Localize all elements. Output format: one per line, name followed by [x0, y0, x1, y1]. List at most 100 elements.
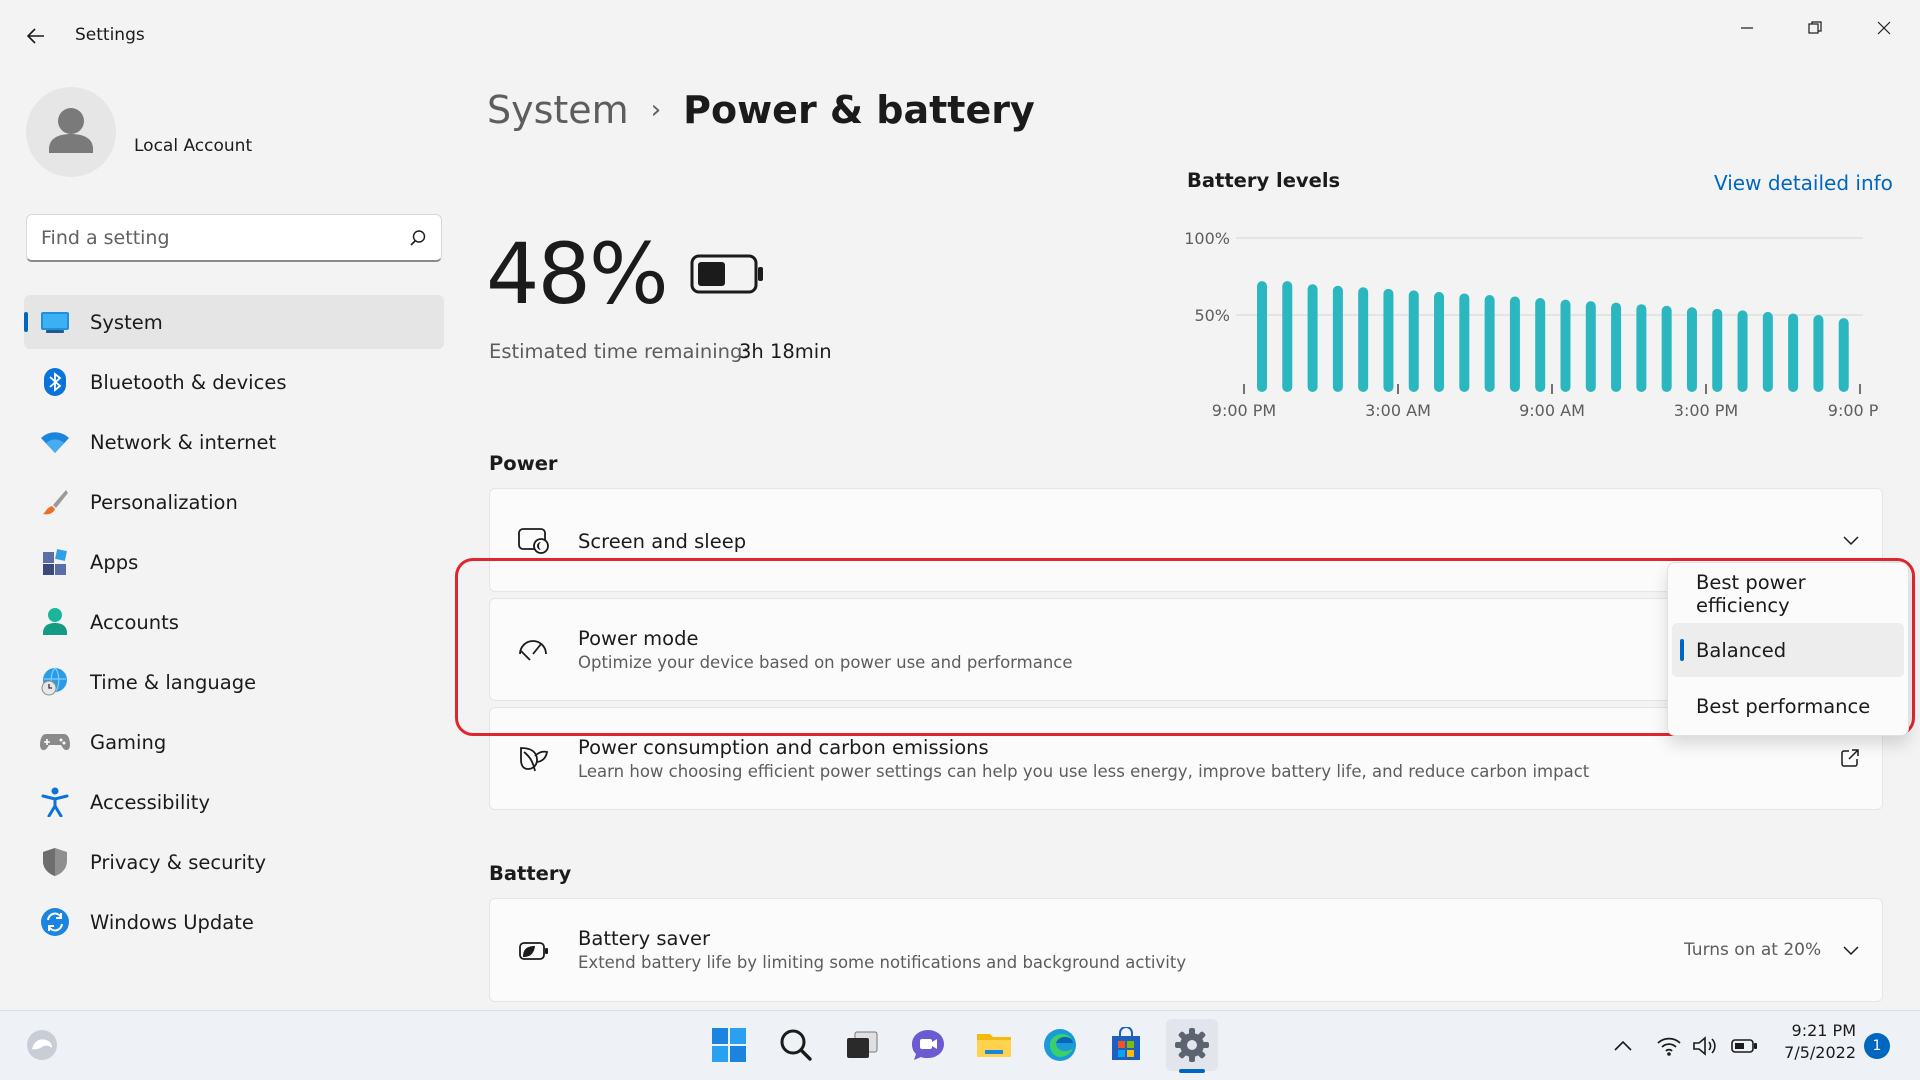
chart-y-tick-label: 100% [1184, 229, 1230, 248]
chart-bar [1611, 302, 1622, 392]
battery-section-title: Battery [489, 862, 572, 885]
chart-bar [1383, 288, 1394, 392]
edge-icon[interactable] [1034, 1019, 1086, 1071]
sidebar-item-label: System [90, 310, 163, 334]
sidebar-item-accounts[interactable]: Accounts [24, 595, 444, 649]
sidebar-item-label: Windows Update [90, 910, 254, 934]
power-mode-option-efficiency[interactable]: Best power efficiency [1672, 567, 1904, 621]
view-detailed-info-link[interactable]: View detailed info [1714, 171, 1893, 195]
sidebar-item-label: Personalization [90, 490, 238, 514]
notification-badge[interactable]: 1 [1864, 1033, 1890, 1059]
power-mode-option-performance[interactable]: Best performance [1672, 679, 1904, 733]
screen-sleep-icon [516, 523, 550, 557]
power-mode-dropdown: Best power efficiency Balanced Best perf… [1667, 562, 1909, 736]
title-bar [0, 0, 1920, 72]
store-icon[interactable] [1100, 1019, 1152, 1071]
maximize-button[interactable] [1785, 8, 1845, 48]
sidebar-item-apps[interactable]: Apps [24, 535, 444, 589]
chart-bar [1408, 290, 1419, 392]
sidebar-item-label: Network & internet [90, 430, 277, 454]
sidebar-item-system[interactable]: System [24, 295, 444, 349]
chart-bar [1332, 285, 1343, 392]
chart-bar [1484, 294, 1495, 392]
chart-bar [1585, 301, 1596, 392]
brush-icon [40, 487, 70, 517]
sidebar-item-gaming[interactable]: Gaming [24, 715, 444, 769]
search-icon[interactable] [770, 1019, 822, 1071]
bluetooth-icon [40, 367, 70, 397]
battery-levels-chart: 100% 50% 9:00 PM 3:00 AM 9:00 AM 3:00 PM 9:00 … [1184, 229, 1880, 420]
sidebar-item-privacy[interactable]: Privacy & security [24, 835, 444, 889]
show-hidden-icons[interactable] [1612, 1026, 1634, 1066]
sidebar-item-label: Gaming [90, 730, 167, 754]
sidebar-item-network[interactable]: Network & internet [24, 415, 444, 469]
carbon-description: Learn how choosing efficient power setti… [578, 762, 1590, 781]
sidebar-item-label: Accounts [90, 610, 179, 634]
chart-title: Battery levels [1187, 169, 1341, 192]
sidebar-item-label: Privacy & security [90, 850, 267, 874]
chart-x-tick-label: 9:00 PM [1212, 401, 1276, 420]
sidebar-item-label: Bluetooth & devices [90, 370, 287, 394]
sidebar-item-time-language[interactable]: Time & language [24, 655, 444, 709]
chart-bar [1762, 311, 1773, 392]
chart-bar [1282, 281, 1293, 392]
globe-clock-icon [40, 667, 70, 697]
battery-saver-card[interactable]: Battery saver Extend battery life by lim… [489, 898, 1883, 1002]
sidebar-item-bluetooth[interactable]: Bluetooth & devices [24, 355, 444, 409]
battery-saver-icon [516, 934, 550, 968]
breadcrumb-parent[interactable]: System [487, 88, 629, 132]
close-button[interactable] [1854, 8, 1914, 48]
wifi-tray-icon[interactable] [1656, 1026, 1682, 1066]
chart-bar [1257, 281, 1267, 392]
sidebar-item-label: Apps [90, 550, 139, 574]
battery-saver-text: Battery saver Extend battery life by lim… [578, 927, 1186, 972]
chat-icon[interactable] [902, 1019, 954, 1071]
sidebar-item-personalization[interactable]: Personalization [24, 475, 444, 529]
battery-icon [690, 253, 766, 299]
restore-icon [1808, 21, 1822, 34]
widgets-icon[interactable] [16, 1019, 68, 1071]
sidebar-item-label: Time & language [90, 670, 257, 694]
chart-bar [1434, 291, 1445, 392]
back-button[interactable] [18, 20, 54, 52]
taskbar-clock[interactable]: 9:21 PM 7/5/2022 [1760, 1020, 1856, 1064]
wifi-icon [40, 427, 70, 457]
task-view-icon[interactable] [836, 1019, 888, 1071]
search-input[interactable] [41, 226, 409, 249]
chart-bar [1712, 308, 1723, 392]
chart-x-tick-label: 9:00 AM [1519, 401, 1585, 420]
sidebar-item-windows-update[interactable]: Windows Update [24, 895, 444, 949]
chevron-down-icon[interactable] [1842, 941, 1860, 963]
chart-bar [1307, 284, 1318, 392]
settings-icon[interactable] [1166, 1019, 1218, 1071]
clock-time: 9:21 PM [1791, 1021, 1856, 1040]
chart-bar [1686, 307, 1697, 392]
start-icon[interactable] [703, 1019, 755, 1071]
chart-x-tick-label: 3:00 AM [1365, 401, 1431, 420]
app-title: Settings [75, 25, 145, 45]
chart-bar [1737, 310, 1748, 392]
external-link-icon[interactable] [1840, 748, 1860, 772]
search-icon[interactable] [409, 229, 427, 247]
battery-tray-icon[interactable] [1730, 1026, 1758, 1066]
file-explorer-icon[interactable] [968, 1019, 1020, 1071]
chart-bar [1661, 305, 1672, 392]
sidebar-nav: System Bluetooth & devices Network & int… [24, 295, 444, 955]
chart-x-tick-label: 3:00 PM [1674, 401, 1738, 420]
power-mode-option-balanced[interactable]: Balanced [1672, 623, 1904, 677]
chevron-down-icon[interactable] [1842, 531, 1860, 553]
chart-y-tick-label: 50% [1194, 306, 1230, 325]
person-icon [40, 607, 70, 637]
accessibility-icon [40, 787, 70, 817]
avatar[interactable] [26, 87, 116, 177]
carbon-title: Power consumption and carbon emissions [578, 736, 989, 759]
battery-saver-title: Battery saver [578, 927, 711, 950]
minimize-button[interactable] [1717, 8, 1777, 48]
search-box[interactable] [26, 214, 442, 262]
chart-bar [1813, 315, 1824, 392]
sidebar-item-accessibility[interactable]: Accessibility [24, 775, 444, 829]
battery-saver-description: Extend battery life by limiting some not… [578, 953, 1187, 972]
system-icon [40, 307, 70, 337]
page-title: Power & battery [683, 88, 1035, 132]
volume-icon[interactable] [1692, 1026, 1720, 1066]
